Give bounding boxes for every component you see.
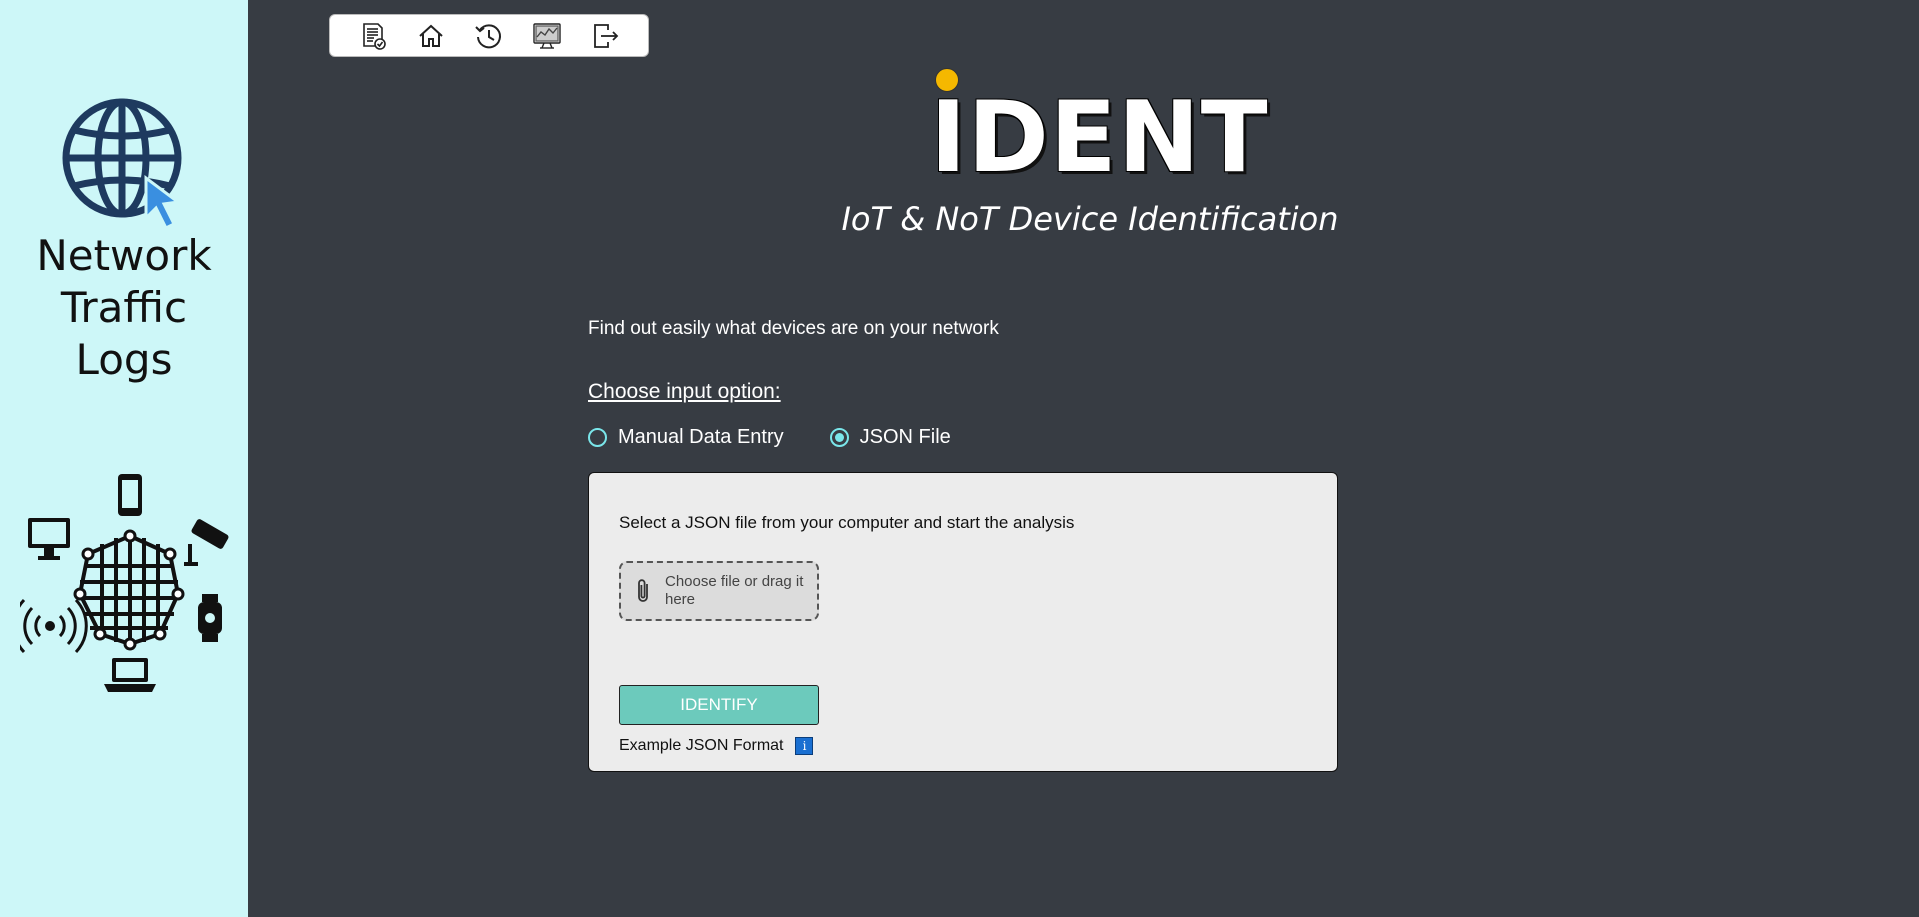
manual-entry-option[interactable]: Manual Data Entry [588,426,784,449]
sidebar-title-line: Logs [75,335,173,384]
history-icon [475,23,501,48]
logout-icon [594,23,619,48]
history-button[interactable] [472,19,506,53]
sidebar-title-line: Traffic [60,283,188,332]
dashboard-button[interactable] [530,19,564,53]
json-file-option[interactable]: JSON File [829,426,951,449]
iot-network-icon [20,474,229,692]
monitor-dashboard-icon [533,22,561,49]
file-drop-label: Choose file or drag it here [665,573,804,608]
panel-instruction: Select a JSON file from your computer an… [619,513,1075,532]
input-option-group: Manual Data Entry JSON File [588,426,997,449]
sidebar-title-line: Network [36,231,212,280]
json-upload-panel: Select a JSON file from your computer an… [588,472,1338,772]
globe-cursor-icon [62,98,182,230]
report-icon [363,22,386,50]
file-drop-zone[interactable]: Choose file or drag it here [619,561,819,621]
ident-logo: IDENT [930,68,1268,188]
logo-text: IDENT [930,81,1269,195]
identify-button[interactable]: IDENTIFY [619,685,819,725]
page-subtitle: IoT & NoT Device Identification [841,200,1339,238]
home-icon [419,24,443,47]
example-json-label: Example JSON Format [619,737,784,754]
example-json-row: Example JSON Format i [619,737,814,755]
sidebar: Network Traffic Logs [0,0,248,917]
info-icon[interactable]: i [795,737,814,755]
report-button[interactable] [356,19,390,53]
logout-button[interactable] [588,19,622,53]
paperclip-icon [638,579,648,602]
manual-entry-radio[interactable] [588,428,607,447]
manual-entry-label: Manual Data Entry [618,426,784,448]
json-file-radio[interactable] [829,428,849,447]
intro-text: Find out easily what devices are on your… [588,318,999,339]
json-file-label: JSON File [859,426,951,448]
choose-input-label: Choose input option: [588,380,781,403]
sidebar-title: Network Traffic Logs [0,230,248,386]
home-button[interactable] [414,19,448,53]
top-toolbar [329,14,649,57]
